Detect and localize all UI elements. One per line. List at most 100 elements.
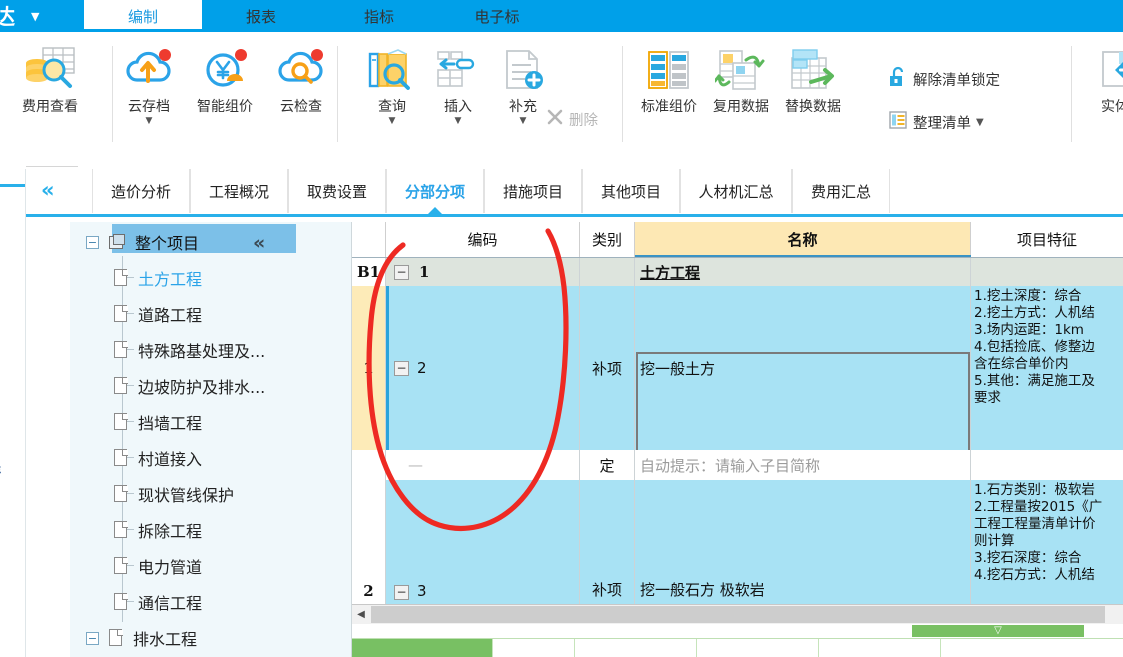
- category-cell[interactable]: [580, 258, 635, 286]
- code-value: 2: [417, 359, 427, 377]
- tree-item-6[interactable]: 村道接入: [70, 440, 352, 476]
- tree-item-3[interactable]: 特殊路基处理及...: [70, 332, 352, 368]
- code-cell[interactable]: —: [386, 450, 580, 480]
- collapse-expander-icon[interactable]: −: [394, 360, 409, 376]
- tree-item-10[interactable]: 通信工程: [70, 584, 352, 620]
- document-icon: [114, 413, 129, 431]
- grid-header-code[interactable]: 编码: [386, 222, 580, 257]
- name-cell[interactable]: 挖一般土方: [635, 286, 971, 450]
- code-cell[interactable]: − 1: [386, 258, 580, 286]
- document-icon: [114, 449, 129, 467]
- category-cell[interactable]: 补项: [580, 480, 635, 604]
- ribbon-button-smart-pricing[interactable]: 智能组价: [189, 42, 261, 116]
- tree-item-11[interactable]: − 排水工程: [70, 620, 352, 656]
- grid-header-feature[interactable]: 项目特征: [971, 222, 1123, 257]
- left-stub-item-2[interactable]: 目: [0, 486, 1, 507]
- sheet-tab-2[interactable]: 取费设置: [288, 169, 386, 213]
- sheet-tab-6[interactable]: 人材机汇总: [680, 169, 792, 213]
- tree-expander-icon[interactable]: −: [86, 235, 99, 249]
- ribbon-button-cost-view[interactable]: 费用查看: [14, 42, 86, 116]
- status-bar-active-segment[interactable]: [352, 639, 492, 657]
- ribbon-button-standard-pricing[interactable]: 标准组价: [633, 42, 705, 116]
- ribbon-tab-0[interactable]: 编制: [84, 0, 556, 32]
- scroll-left-arrow-icon[interactable]: ◀: [352, 605, 370, 624]
- code-cell[interactable]: − 3: [386, 480, 580, 604]
- tree-item-2[interactable]: 道路工程: [70, 296, 352, 332]
- tree-item-8[interactable]: 拆除工程: [70, 512, 352, 548]
- ribbon-label: 标准组价: [641, 99, 697, 115]
- table-row[interactable]: — 定 自动提示：请输入子目简称: [352, 450, 1123, 480]
- tree-item-0[interactable]: − 整个项目: [70, 224, 352, 260]
- collapse-panel-chevron-icon[interactable]: «: [41, 178, 55, 202]
- chevron-down-icon[interactable]: ▼: [422, 116, 494, 127]
- name-cell[interactable]: 土方工程: [635, 258, 971, 286]
- sheet-tab-label: 人材机汇总: [698, 182, 774, 201]
- ribbon-button-insert[interactable]: 插入 ▼: [422, 42, 494, 127]
- ribbon-button-cloud-check[interactable]: 云检查: [265, 42, 337, 116]
- tree-item-7[interactable]: 现状管线保护: [70, 476, 352, 512]
- ribbon-button-replace-data[interactable]: 替换数据: [777, 42, 849, 116]
- expand-panel-button[interactable]: ▽: [912, 625, 1084, 637]
- category-cell[interactable]: 补项: [580, 286, 635, 450]
- ribbon-toolbar: 费用查看 云存档 ▼ 智能组价 云检查 查询 ▼ 插入 ▼ 补充 ▼ 删除 标准…: [0, 32, 1123, 167]
- ribbon-tab-3[interactable]: 电子标: [438, 0, 556, 32]
- app-logo[interactable]: 达 ▼: [0, 0, 72, 32]
- collapse-expander-icon[interactable]: −: [394, 585, 409, 600]
- ribbon-button-entity-convert[interactable]: 实体转: [1086, 42, 1123, 116]
- code-value: 3: [417, 582, 427, 600]
- name-input-cell[interactable]: 自动提示：请输入子目简称: [635, 450, 971, 480]
- feature-cell[interactable]: [971, 258, 1123, 286]
- feature-cell[interactable]: 1.挖土深度：综合 2.挖土方式：人机结 3.场内运距：1km 4.包括捡底、修…: [971, 286, 1123, 450]
- ribbon-button-cloud-archive[interactable]: 云存档 ▼: [113, 42, 185, 127]
- table-row[interactable]: 1 − 2 补项 挖一般土方 1.挖土深度：综合 2.挖土方式：人机结 3.场内…: [352, 286, 1123, 512]
- tree-item-label: 通信工程: [138, 594, 203, 613]
- feature-cell[interactable]: 1.石方类别：极软岩 2.工程量按2015《广 工程工程量清单计价 则计算 3.…: [971, 480, 1123, 604]
- code-cell[interactable]: − 2: [389, 286, 580, 450]
- document-icon: [109, 629, 124, 647]
- sheet-tab-0[interactable]: 造价分析: [92, 169, 190, 213]
- horizontal-scrollbar[interactable]: ◀: [352, 604, 1123, 624]
- active-tab-arrow-icon: [428, 207, 442, 214]
- insert-row-icon: [422, 42, 494, 98]
- ribbon-tab-label: 电子标: [474, 7, 520, 26]
- tree-collapse-chevron-icon[interactable]: «: [253, 232, 265, 254]
- ribbon-tab-2[interactable]: 指标: [320, 0, 438, 32]
- ribbon-tab-1[interactable]: 报表: [202, 0, 320, 32]
- chevron-down-icon[interactable]: ▼: [113, 116, 185, 127]
- tree-item-1[interactable]: 土方工程: [70, 260, 352, 296]
- sheet-tab-1[interactable]: 工程概况: [190, 169, 288, 213]
- chevron-down-icon[interactable]: ▼: [976, 117, 984, 128]
- ribbon-button-organize-list[interactable]: 整理清单 ▼: [888, 110, 984, 134]
- row-number-cell: B1: [352, 258, 386, 286]
- ribbon-button-query[interactable]: 查询 ▼: [356, 42, 428, 127]
- sheet-tab-7[interactable]: 费用汇总: [792, 169, 890, 213]
- category-cell[interactable]: 定: [580, 450, 635, 480]
- code-value: —: [408, 456, 423, 474]
- feature-text: 1.挖土深度：综合 2.挖土方式：人机结 3.场内运距：1km 4.包括捡底、修…: [974, 288, 1095, 406]
- collapse-expander-icon[interactable]: −: [394, 264, 409, 280]
- name-cell[interactable]: 挖一般石方 极软岩: [635, 480, 971, 604]
- tree-expander-icon[interactable]: −: [86, 631, 99, 645]
- chevron-down-icon[interactable]: ▼: [356, 116, 428, 127]
- unlock-icon: [888, 66, 908, 92]
- ribbon-label: 查询: [378, 99, 406, 115]
- tree-item-9[interactable]: 电力管道: [70, 548, 352, 584]
- sheet-tab-5[interactable]: 其他项目: [582, 169, 680, 213]
- table-row[interactable]: 2 − 3 补项 挖一般石方 极软岩 1.石方类别：极软岩 2.工程量按2015…: [352, 480, 1123, 604]
- grid-header-category[interactable]: 类别: [580, 222, 635, 257]
- table-row[interactable]: B1 − 1 土方工程: [352, 258, 1123, 286]
- sheet-tab-4[interactable]: 措施项目: [484, 169, 582, 213]
- tree-item-5[interactable]: 挡墙工程: [70, 404, 352, 440]
- feature-cell[interactable]: [971, 450, 1123, 480]
- left-stub-item-1[interactable]: 程: [0, 456, 1, 477]
- ribbon-button-unlock-list[interactable]: 解除清单锁定: [888, 66, 1000, 92]
- tree-item-4[interactable]: 边坡防护及排水...: [70, 368, 352, 404]
- sheet-tabstrip: 造价分析 工程概况 取费设置 分部分项 措施项目 其他项目 人材机汇总 费用汇总: [78, 166, 1123, 216]
- chevron-down-icon[interactable]: ▼: [31, 10, 39, 23]
- ribbon-button-reuse-data[interactable]: 复用数据: [705, 42, 777, 116]
- scrollbar-thumb[interactable]: [371, 606, 1105, 623]
- grid-header-name[interactable]: 名称: [635, 222, 971, 257]
- divider: [25, 169, 26, 657]
- ribbon-label: 删除: [569, 112, 598, 129]
- header-accent-bar: [635, 255, 971, 257]
